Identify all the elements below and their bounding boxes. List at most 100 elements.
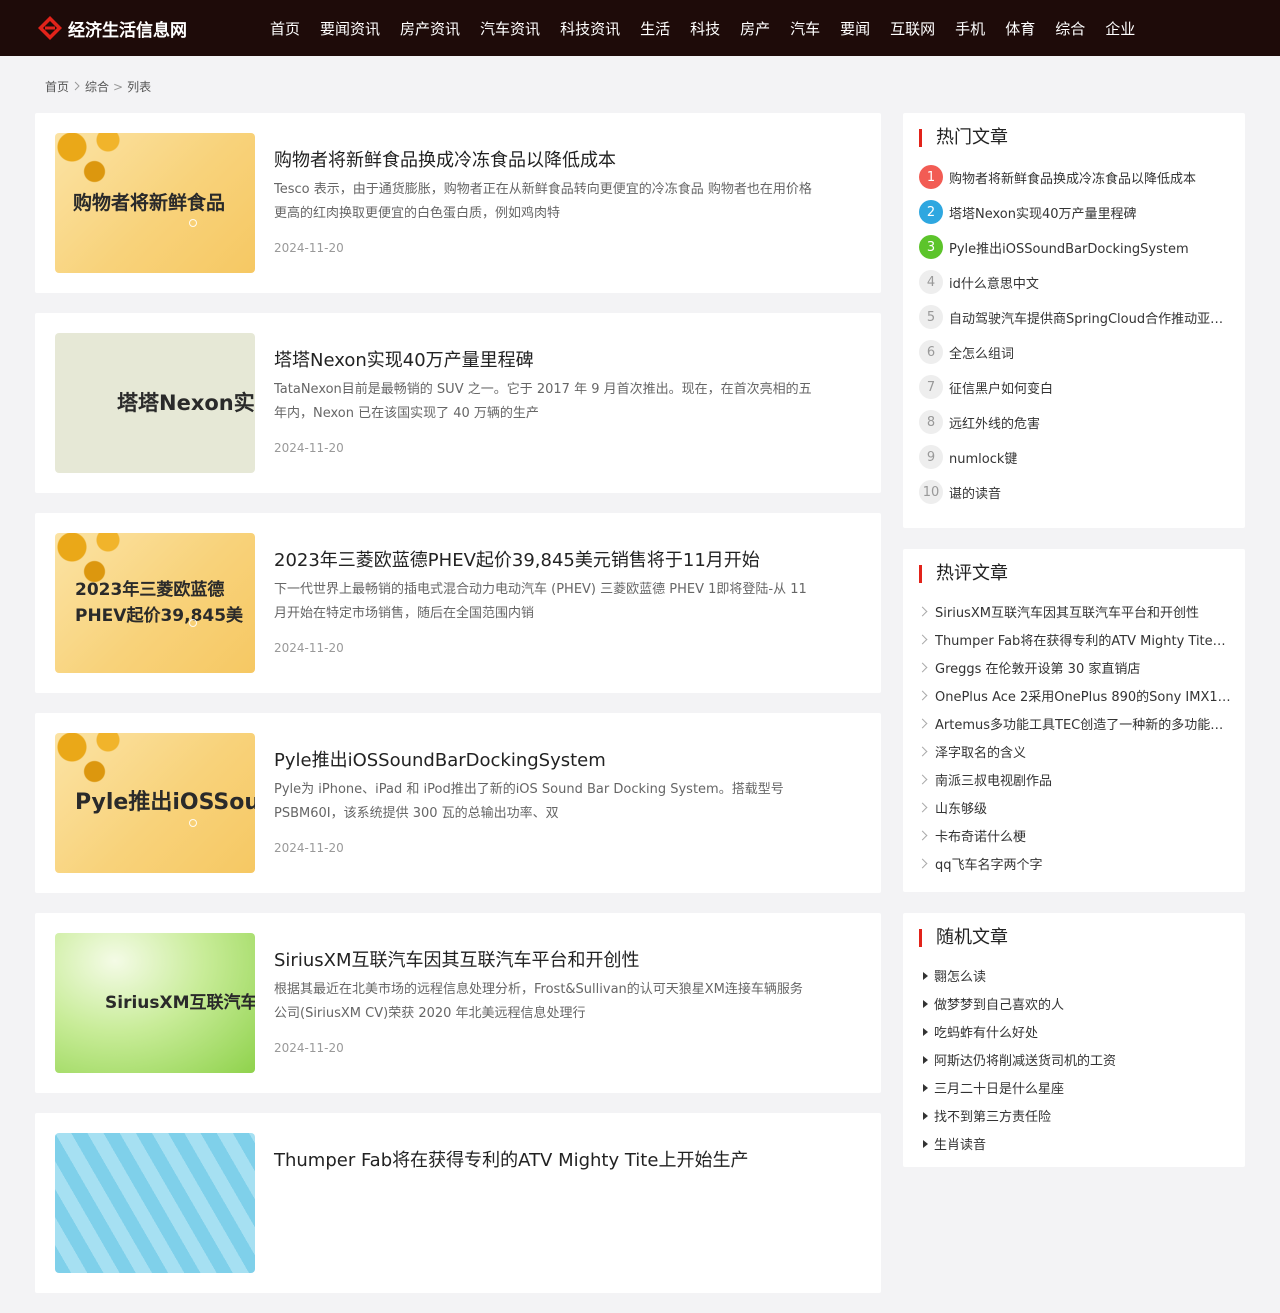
comment-article-item[interactable]: 南派三叔电视剧作品 <box>917 770 1231 789</box>
comment-article-link[interactable]: 卡布奇诺什么梗 <box>935 826 1231 845</box>
random-article-link[interactable]: 翾怎么读 <box>934 966 986 985</box>
logo-icon <box>36 14 64 42</box>
hot-article-item[interactable]: 8 远红外线的危害 <box>919 410 1231 434</box>
nav-item[interactable]: 汽车资讯 <box>480 18 540 39</box>
random-article-link[interactable]: 阿斯达仍将削减送货司机的工资 <box>934 1050 1116 1069</box>
article-card[interactable]: 塔塔Nexon实 塔塔Nexon实现40万产量里程碑 TataNexon目前是最… <box>35 313 881 493</box>
comment-article-link[interactable]: Thumper Fab将在获得专利的ATV Mighty Tite上开始生产 <box>935 630 1231 649</box>
nav-item[interactable]: 房产 <box>740 18 770 39</box>
comment-article-item[interactable]: OnePlus Ace 2采用OnePlus 890的Sony IMX115传感… <box>917 686 1231 705</box>
thumbnail-caption: 2023年三菱欧蓝德PHEV起价39,845美元销售将于11月开始 <box>75 580 244 626</box>
hot-article-item[interactable]: 10 谌的读音 <box>919 480 1231 504</box>
random-article-item[interactable]: 阿斯达仍将削减送货司机的工资 <box>923 1050 1116 1069</box>
random-article-link[interactable]: 生肖读音 <box>934 1134 986 1153</box>
hot-article-item[interactable]: 6 全怎么组词 <box>919 340 1231 364</box>
nav-item[interactable]: 要闻资讯 <box>320 18 380 39</box>
comment-article-link[interactable]: 泽字取名的含义 <box>935 742 1231 761</box>
article-summary: 根据其最近在北美市场的远程信息处理分析，Frost&Sullivan的认可天狼星… <box>274 982 803 1021</box>
article-thumbnail[interactable]: 2023年三菱欧蓝德PHEV起价39,845美元销售将于11月开始 <box>55 533 255 673</box>
nav-item[interactable]: 房产资讯 <box>400 18 460 39</box>
nav-item[interactable]: 企业 <box>1105 18 1135 39</box>
chevron-right-icon <box>917 830 928 841</box>
article-title[interactable]: 塔塔Nexon实现40万产量里程碑 <box>274 346 534 372</box>
hot-article-link[interactable]: id什么意思中文 <box>949 273 1231 292</box>
rank-badge: 5 <box>919 305 943 329</box>
comment-article-item[interactable]: Thumper Fab将在获得专利的ATV Mighty Tite上开始生产 <box>917 630 1231 649</box>
article-date: 2024-11-20 <box>274 1041 344 1055</box>
random-article-item[interactable]: 做梦梦到自己喜欢的人 <box>923 994 1064 1013</box>
site-logo[interactable]: 经济生活信息网 <box>36 14 270 42</box>
nav-item[interactable]: 手机 <box>955 18 985 39</box>
nav-item[interactable]: 互联网 <box>890 18 935 39</box>
nav-item[interactable]: 综合 <box>1055 18 1085 39</box>
nav-item[interactable]: 生活 <box>640 18 670 39</box>
nav-item[interactable]: 科技 <box>690 18 720 39</box>
article-title[interactable]: SiriusXM互联汽车因其互联汽车平台和开创性 <box>274 946 639 972</box>
comment-article-link[interactable]: Greggs 在伦敦开设第 30 家直销店 <box>935 658 1231 677</box>
article-thumbnail[interactable]: 塔塔Nexon实 <box>55 333 255 473</box>
hot-article-item[interactable]: 1 购物者将新鲜食品换成冷冻食品以降低成本 <box>919 165 1231 189</box>
hot-article-item[interactable]: 9 numlock键 <box>919 445 1231 469</box>
article-title[interactable]: Thumper Fab将在获得专利的ATV Mighty Tite上开始生产 <box>274 1146 748 1172</box>
comment-article-link[interactable]: SiriusXM互联汽车因其互联汽车平台和开创性 <box>935 602 1231 621</box>
chevron-right-icon <box>917 606 928 617</box>
article-title[interactable]: 购物者将新鲜食品换成冷冻食品以降低成本 <box>274 146 616 172</box>
article-title[interactable]: Pyle推出iOSSoundBarDockingSystem <box>274 746 606 772</box>
hot-article-link[interactable]: 远红外线的危害 <box>949 413 1231 432</box>
hot-article-link[interactable]: 塔塔Nexon实现40万产量里程碑 <box>949 203 1231 222</box>
comment-article-item[interactable]: 卡布奇诺什么梗 <box>917 826 1231 845</box>
thumbnail-dot <box>189 219 197 227</box>
random-article-item[interactable]: 找不到第三方责任险 <box>923 1106 1051 1125</box>
hot-article-link[interactable]: 征信黑户如何变白 <box>949 378 1231 397</box>
nav-item[interactable]: 首页 <box>270 18 300 39</box>
article-card[interactable]: Thumper Fab将在获得专利的ATV Mighty Tite上开始生产 <box>35 1113 881 1293</box>
nav-item[interactable]: 要闻 <box>840 18 870 39</box>
hot-article-link[interactable]: 全怎么组词 <box>949 343 1231 362</box>
breadcrumb-category[interactable]: 综合 <box>85 78 109 95</box>
thumbnail-caption: SiriusXM互联汽车因其互联汽车平台和开创性 <box>105 993 255 1013</box>
nav-item[interactable]: 汽车 <box>790 18 820 39</box>
hot-article-link[interactable]: numlock键 <box>949 448 1231 467</box>
random-article-item[interactable]: 吃蚂蚱有什么好处 <box>923 1022 1038 1041</box>
article-card[interactable]: 购物者将新鲜食品 购物者将新鲜食品换成冷冻食品以降低成本 Tesco 表示，由于… <box>35 113 881 293</box>
hot-article-item[interactable]: 4 id什么意思中文 <box>919 270 1231 294</box>
hot-article-item[interactable]: 5 自动驾驶汽车提供商SpringCloud合作推动亚洲自动驾驶 <box>919 305 1231 329</box>
article-thumbnail[interactable]: Pyle推出iOSSoundBarDockingSystem <box>55 733 255 873</box>
comment-article-link[interactable]: 南派三叔电视剧作品 <box>935 770 1231 789</box>
hot-article-link[interactable]: 自动驾驶汽车提供商SpringCloud合作推动亚洲自动驾驶 <box>949 308 1231 327</box>
hot-article-item[interactable]: 3 Pyle推出iOSSoundBarDockingSystem <box>919 235 1231 259</box>
comment-article-link[interactable]: qq飞车名字两个字 <box>935 854 1231 873</box>
random-article-item[interactable]: 生肖读音 <box>923 1134 986 1153</box>
rank-badge: 3 <box>919 235 943 259</box>
hot-article-link[interactable]: 谌的读音 <box>949 483 1231 502</box>
comment-article-item[interactable]: Artemus多功能工具TEC创造了一种新的多功能工具 <box>917 714 1231 733</box>
random-article-link[interactable]: 做梦梦到自己喜欢的人 <box>934 994 1064 1013</box>
article-card[interactable]: 2023年三菱欧蓝德PHEV起价39,845美元销售将于11月开始 2023年三… <box>35 513 881 693</box>
comment-article-link[interactable]: Artemus多功能工具TEC创造了一种新的多功能工具 <box>935 714 1231 733</box>
random-article-link[interactable]: 三月二十日是什么星座 <box>934 1078 1064 1097</box>
comment-article-item[interactable]: SiriusXM互联汽车因其互联汽车平台和开创性 <box>917 602 1231 621</box>
article-title[interactable]: 2023年三菱欧蓝德PHEV起价39,845美元销售将于11月开始 <box>274 546 760 572</box>
comment-article-link[interactable]: OnePlus Ace 2采用OnePlus 890的Sony IMX115传感… <box>935 686 1231 705</box>
nav-item[interactable]: 科技资讯 <box>560 18 620 39</box>
hot-article-item[interactable]: 7 征信黑户如何变白 <box>919 375 1231 399</box>
article-card[interactable]: Pyle推出iOSSoundBarDockingSystem Pyle推出iOS… <box>35 713 881 893</box>
breadcrumb-home[interactable]: 首页 <box>45 78 69 95</box>
hot-article-item[interactable]: 2 塔塔Nexon实现40万产量里程碑 <box>919 200 1231 224</box>
random-article-item[interactable]: 翾怎么读 <box>923 966 986 985</box>
article-card[interactable]: SiriusXM互联汽车因其互联汽车平台和开创性 SiriusXM互联汽车因其互… <box>35 913 881 1093</box>
comment-article-item[interactable]: 山东够级 <box>917 798 1231 817</box>
article-thumbnail[interactable]: 购物者将新鲜食品 <box>55 133 255 273</box>
hot-article-link[interactable]: 购物者将新鲜食品换成冷冻食品以降低成本 <box>949 168 1231 187</box>
comment-article-item[interactable]: Greggs 在伦敦开设第 30 家直销店 <box>917 658 1231 677</box>
comment-article-item[interactable]: 泽字取名的含义 <box>917 742 1231 761</box>
random-article-link[interactable]: 吃蚂蚱有什么好处 <box>934 1022 1038 1041</box>
article-thumbnail[interactable] <box>55 1133 255 1273</box>
random-article-item[interactable]: 三月二十日是什么星座 <box>923 1078 1064 1097</box>
random-article-link[interactable]: 找不到第三方责任险 <box>934 1106 1051 1125</box>
article-thumbnail[interactable]: SiriusXM互联汽车因其互联汽车平台和开创性 <box>55 933 255 1073</box>
comment-article-item[interactable]: qq飞车名字两个字 <box>917 854 1231 873</box>
nav-item[interactable]: 体育 <box>1005 18 1035 39</box>
comment-article-link[interactable]: 山东够级 <box>935 798 1231 817</box>
hot-article-link[interactable]: Pyle推出iOSSoundBarDockingSystem <box>949 238 1231 257</box>
